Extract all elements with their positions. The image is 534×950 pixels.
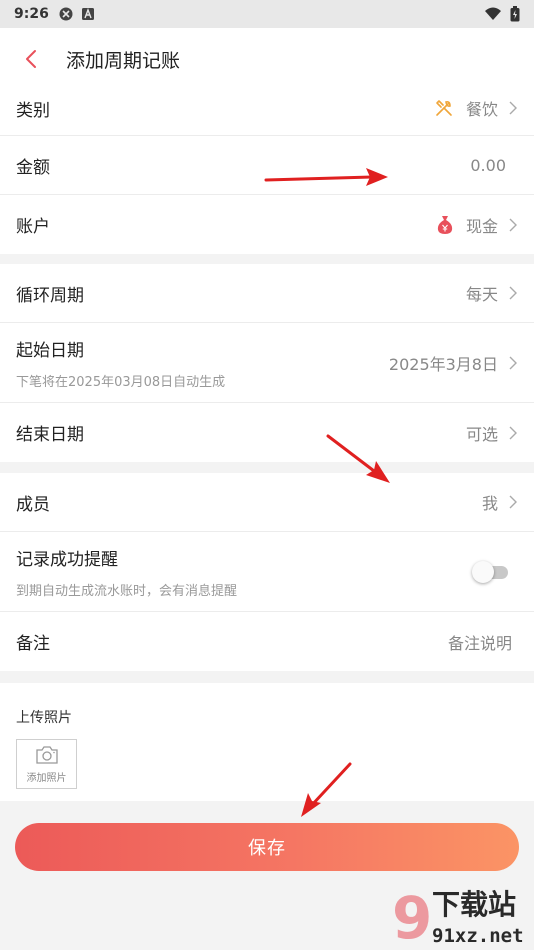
toggle-knob [472, 560, 494, 583]
member-row[interactable]: 成员 我 [0, 473, 534, 532]
member-value-text: 我 [481, 494, 498, 513]
app-bar: 添加周期记账 [0, 28, 534, 90]
cycle-label: 循环周期 [16, 285, 84, 306]
reminder-label: 记录成功提醒 [16, 549, 118, 570]
category-value-text: 餐饮 [465, 100, 498, 119]
start-date-label: 起始日期 [16, 340, 84, 361]
reminder-hint: 到期自动生成流水账时，会有消息提醒 [16, 583, 238, 599]
end-date-label: 结束日期 [16, 425, 84, 445]
start-date-hint: 下笔将在2025年03月08日自动生成 [16, 374, 226, 390]
end-date-value-text: 可选 [465, 424, 498, 444]
start-date-row[interactable]: 起始日期 下笔将在2025年03月08日自动生成 2025年3月8日 [0, 323, 534, 403]
amount-value[interactable]: 0.00 [470, 156, 506, 175]
member-value: 我 [482, 490, 518, 514]
amount-row[interactable]: 金额 0.00 [0, 136, 534, 195]
reminder-row: 记录成功提醒 到期自动生成流水账时，会有消息提醒 [0, 532, 534, 612]
reminder-toggle[interactable] [472, 560, 512, 583]
money-bag-icon [437, 215, 453, 234]
extra-section: 成员 我 记录成功提醒 到期自动生成流水账时，会有消息提醒 备注 备注说明 [0, 473, 534, 671]
cycle-value: 每天 [466, 281, 518, 305]
basic-section: 类别 餐饮 金额 0.00 账户 现金 [0, 90, 534, 254]
chevron-right-icon [509, 426, 517, 439]
site-watermark: 9 下载站 91xz.net [392, 884, 524, 950]
chevron-right-icon [509, 218, 517, 231]
wifi-icon [485, 7, 501, 20]
note-row[interactable]: 备注 备注说明 [0, 612, 534, 671]
font-notification-icon [81, 8, 94, 20]
watermark-logo-mark: 9 [392, 884, 432, 950]
cutlery-icon [436, 100, 452, 116]
account-value: 现金 [436, 213, 518, 237]
save-button[interactable]: 保存 [15, 823, 519, 871]
amount-label: 金额 [16, 157, 50, 178]
page-title: 添加周期记账 [66, 49, 181, 72]
watermark-line2: 91xz.net [432, 925, 524, 947]
start-date-value-text: 2025年3月8日 [388, 354, 498, 374]
cycle-value-text: 每天 [465, 285, 498, 304]
end-date-value: 可选 [466, 421, 518, 445]
chevron-right-icon [509, 101, 517, 115]
watermark-line1: 下载站 [432, 888, 516, 921]
upload-title: 上传照片 [16, 710, 72, 726]
upload-section: 上传照片 添加照片 [0, 683, 534, 801]
back-arrow-icon [26, 50, 36, 68]
back-button[interactable] [0, 28, 62, 90]
battery-icon [510, 6, 520, 22]
cycle-row[interactable]: 循环周期 每天 [0, 264, 534, 323]
add-photo-label: 添加照片 [26, 772, 67, 784]
account-value-text: 现金 [465, 216, 498, 236]
category-label: 类别 [16, 101, 50, 121]
add-photo-button[interactable]: 添加照片 [16, 739, 77, 789]
category-row[interactable]: 类别 餐饮 [0, 90, 534, 136]
camera-icon [35, 745, 58, 764]
account-label: 账户 [16, 217, 50, 237]
status-bar: 9:26 [0, 0, 534, 28]
note-input[interactable]: 备注说明 [448, 630, 512, 654]
chevron-right-icon [509, 356, 517, 369]
start-date-value: 2025年3月8日 [389, 351, 518, 375]
category-value: 餐饮 [434, 96, 518, 120]
status-time: 9:26 [14, 6, 49, 22]
account-row[interactable]: 账户 现金 [0, 195, 534, 254]
member-label: 成员 [16, 494, 50, 515]
schedule-section: 循环周期 每天 起始日期 下笔将在2025年03月08日自动生成 2025年3月… [0, 264, 534, 462]
chevron-right-icon [509, 495, 517, 509]
chevron-right-icon [509, 286, 517, 300]
app-notification-icon [59, 7, 73, 21]
note-label: 备注 [16, 634, 50, 654]
end-date-row[interactable]: 结束日期 可选 [0, 403, 534, 462]
